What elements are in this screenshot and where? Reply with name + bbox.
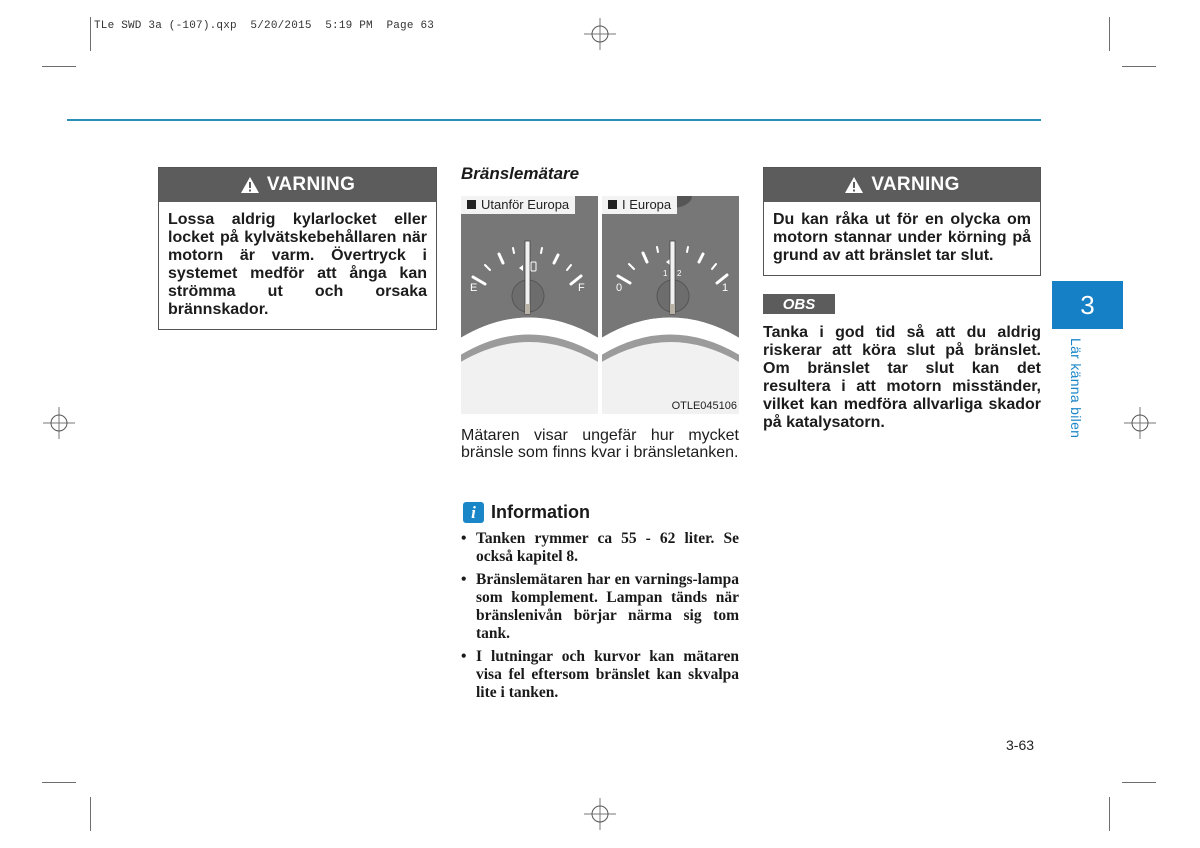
information-heading: i Information: [463, 502, 590, 523]
gauge-panel-label: Utanför Europa: [461, 196, 576, 214]
section-title: Bränslemätare: [461, 164, 580, 183]
warning-box-fuel: VARNING Du kan råka ut för en olycka om …: [763, 167, 1041, 276]
warning-text: Du kan råka ut för en olycka om motorn s…: [773, 211, 1031, 264]
fuel-gauge-illustration: 0 1 1 2: [602, 196, 739, 362]
gauge-description: Mätaren visar ungefär hur mycket bränsle…: [461, 427, 739, 461]
crop-mark: [1122, 782, 1156, 783]
gauge-panel-label: I Europa: [602, 196, 678, 214]
gauge-panel-europe: I Europa 0 1 1 2 OTLE045106: [602, 196, 739, 414]
svg-text:1: 1: [663, 269, 668, 278]
warning-title: VARNING: [871, 174, 960, 195]
warning-header: VARNING: [159, 168, 436, 202]
crop-mark: [90, 17, 91, 51]
list-item: Bränslemätaren har en varnings-lampa som…: [460, 571, 739, 643]
warning-text: Lossa aldrig kylarlocket eller locket på…: [168, 211, 427, 318]
info-icon: i: [463, 502, 484, 523]
gauge-empty-label: E: [470, 282, 477, 294]
obs-label: OBS: [763, 294, 835, 314]
chapter-tab: 3: [1052, 281, 1123, 329]
fuel-gauge-figure: Utanför Europa E F I Europa 0 1 1 2 OTLE…: [461, 196, 739, 414]
information-list: Tanken rymmer ca 55 - 62 liter. Se också…: [460, 530, 739, 707]
svg-text:2: 2: [677, 269, 682, 278]
gauge-full-label: F: [578, 282, 585, 294]
obs-text: Tanka i god tid så att du aldrig riskera…: [763, 324, 1041, 431]
gauge-panel-outside-europe: Utanför Europa E F: [461, 196, 598, 414]
page-number: 3-63: [1006, 737, 1035, 753]
registration-mark-icon: [584, 798, 616, 830]
warning-triangle-icon: [845, 177, 864, 193]
warning-triangle-icon: [240, 177, 259, 193]
gauge-full-label: 1: [722, 282, 728, 294]
fuel-gauge-illustration: E F: [461, 196, 598, 362]
warning-header: VARNING: [764, 168, 1040, 202]
crop-mark: [42, 66, 76, 67]
list-item: I lutningar och kurvor kan mätaren visa …: [460, 648, 739, 702]
registration-mark-icon: [43, 407, 75, 439]
chapter-title: Lär känna bilen: [1068, 338, 1084, 439]
print-slug: TLe SWD 3a (-107).qxp 5/20/2015 5:19 PM …: [94, 20, 435, 32]
list-item: Tanken rymmer ca 55 - 62 liter. Se också…: [460, 530, 739, 566]
crop-mark: [1109, 797, 1110, 831]
information-title: Information: [491, 502, 590, 522]
warning-title: VARNING: [266, 174, 356, 195]
crop-mark: [90, 797, 91, 831]
figure-code: OTLE045106: [671, 400, 737, 412]
warning-box-coolant: VARNING Lossa aldrig kylarlocket eller l…: [158, 167, 437, 330]
header-rule: [67, 119, 1041, 121]
registration-mark-icon: [1124, 407, 1156, 439]
crop-mark: [1122, 66, 1156, 67]
crop-mark: [1109, 17, 1110, 51]
crop-mark: [42, 782, 76, 783]
registration-mark-icon: [584, 18, 616, 50]
gauge-empty-label: 0: [616, 282, 622, 294]
